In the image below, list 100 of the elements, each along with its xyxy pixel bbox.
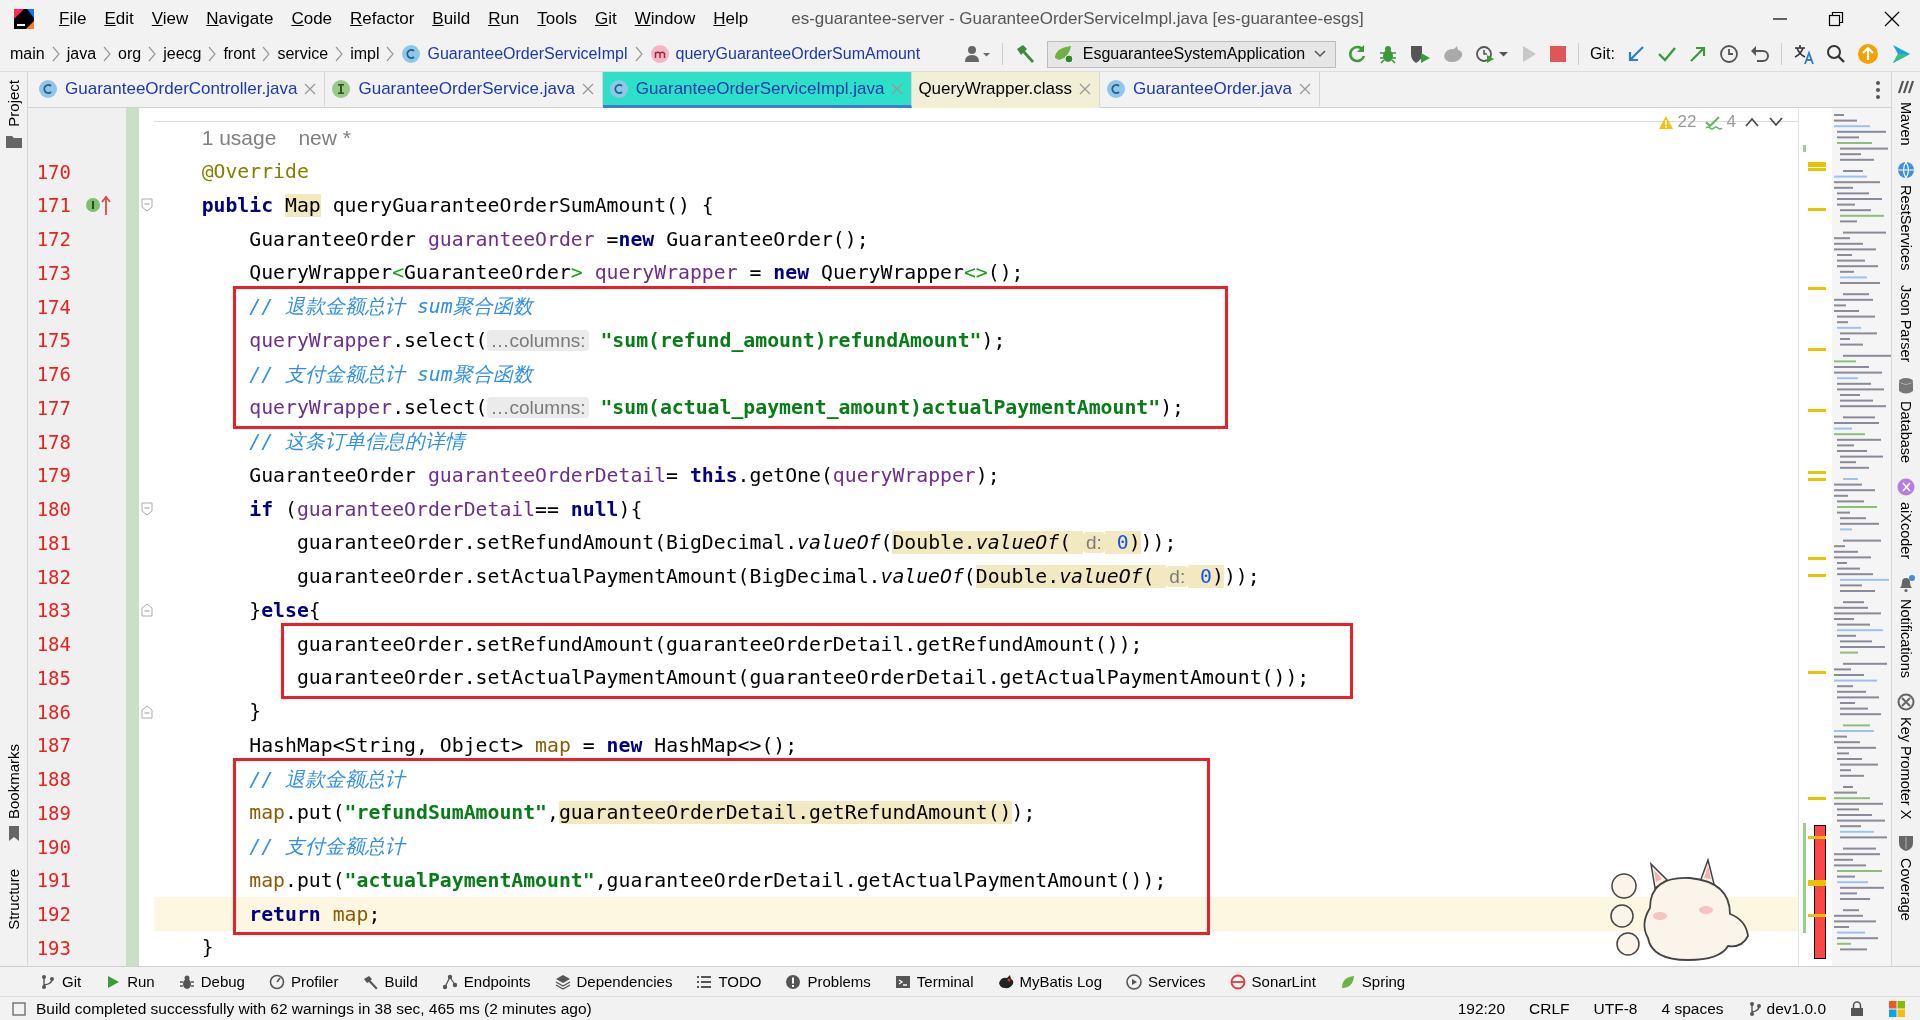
line-number: 177 bbox=[35, 396, 71, 419]
tool-window-button[interactable]: SonarLint bbox=[1229, 973, 1316, 990]
menu-item[interactable]: Build bbox=[423, 4, 480, 33]
code-line: HashMap<String, Object> map = new HashMap<>(); bbox=[248, 733, 798, 757]
tool-window-tab[interactable]: Coverage bbox=[1898, 857, 1914, 921]
code-line: queryWrapper.select(…columns: "sum(actual_payment_amount)actualPaymentAmount"); bbox=[248, 396, 1184, 420]
breadcrumb[interactable]: queryGuaranteeOrderSumAmount bbox=[645, 44, 925, 64]
tool-window-tab[interactable]: Project bbox=[5, 80, 22, 127]
tool-window-button[interactable]: Problems bbox=[785, 973, 871, 990]
tool-window-button[interactable]: Build bbox=[362, 973, 418, 990]
code-comment: // 退款金额总计 bbox=[248, 766, 405, 793]
line-number: 193 bbox=[35, 936, 71, 959]
code-line: } bbox=[200, 936, 214, 960]
breadcrumb[interactable]: GuaranteeOrderServiceImpl bbox=[397, 44, 632, 64]
menu-item[interactable]: Navigate bbox=[197, 4, 283, 33]
code-line: GuaranteeOrder guaranteeOrder =new GuaranteeOrder(); bbox=[248, 227, 869, 251]
line-separator[interactable]: CRLF bbox=[1529, 999, 1570, 1018]
code-line: guaranteeOrder.setRefundAmount(BigDecimal.valueOf(Double.valueOf( d: 0))); bbox=[295, 531, 1177, 555]
tool-window-button[interactable]: Services bbox=[1126, 973, 1206, 990]
menu-item[interactable]: Window bbox=[625, 4, 705, 33]
code-line: QueryWrapper<GuaranteeOrder> queryWrapper = new QueryWrapper<>(); bbox=[248, 261, 1024, 285]
code-comment: // 这条订单信息的详情 bbox=[248, 429, 465, 456]
line-number: 189 bbox=[35, 801, 71, 824]
run-configuration-dropdown[interactable]: EsguaranteeSystemApplication bbox=[1046, 40, 1337, 68]
code-line: public Map queryGuaranteeOrderSumAmount() { bbox=[200, 193, 714, 217]
line-number: 188 bbox=[35, 768, 71, 791]
tool-window-tab[interactable]: Json Parser bbox=[1898, 284, 1914, 363]
editor-tab[interactable]: QueryWrapper.class bbox=[912, 72, 1101, 108]
breadcrumb[interactable]: impl bbox=[346, 45, 384, 63]
line-number: 172 bbox=[35, 228, 71, 251]
line-number: 183 bbox=[35, 599, 71, 622]
menu-item[interactable]: Refactor bbox=[341, 4, 424, 33]
breadcrumb[interactable]: main bbox=[6, 45, 49, 63]
tool-window-button[interactable]: MyBatis Log bbox=[997, 973, 1103, 990]
menu-item[interactable]: Help bbox=[704, 4, 758, 33]
code-line: } bbox=[248, 700, 262, 724]
code-comment: // 支付金额总计 sum聚合函数 bbox=[248, 361, 533, 388]
tool-window-tab[interactable]: Notifications bbox=[1898, 598, 1914, 678]
status-message[interactable]: Build completed successfully with 62 warnings in 38 sec, 465 ms (2 minutes ago) bbox=[36, 999, 592, 1018]
code-line: }else{ bbox=[248, 598, 321, 622]
code-line: guaranteeOrder.setActualPaymentAmount(guaranteeOrderDetail.getActualPaymentAmount()); bbox=[295, 666, 1310, 690]
editor-tab[interactable]: GuaranteeOrderServiceImpl.java bbox=[602, 72, 913, 108]
line-number: 170 bbox=[35, 160, 71, 183]
usage-hint[interactable]: new * bbox=[298, 126, 351, 151]
tool-window-tab[interactable]: Database bbox=[1898, 401, 1914, 464]
code-line: GuaranteeOrder guaranteeOrderDetail= this.getOne(queryWrapper); bbox=[248, 463, 1000, 487]
menu-item[interactable]: File bbox=[50, 4, 96, 33]
code-line: if (guaranteeOrderDetail== null){ bbox=[248, 497, 643, 521]
code-line: map.put("actualPaymentAmount",guaranteeOrderDetail.getActualPaymentAmount()); bbox=[248, 868, 1167, 892]
tool-window-button[interactable]: Terminal bbox=[894, 973, 974, 990]
line-number: 187 bbox=[35, 734, 71, 757]
line-number: 186 bbox=[35, 700, 71, 723]
indent-setting[interactable]: 4 spaces bbox=[1661, 999, 1724, 1018]
line-number: 171 bbox=[35, 194, 71, 217]
breadcrumb[interactable]: service bbox=[273, 45, 333, 63]
menu-item[interactable]: Tools bbox=[528, 4, 586, 33]
tool-window-button[interactable]: Endpoints bbox=[441, 973, 531, 990]
breadcrumb[interactable]: java bbox=[62, 45, 101, 63]
tool-window-button[interactable]: Spring bbox=[1339, 973, 1406, 990]
tool-window-button[interactable]: Git bbox=[40, 973, 82, 990]
tool-window-tab[interactable]: RestServices bbox=[1898, 184, 1914, 270]
line-number: 180 bbox=[35, 498, 71, 521]
code-line: guaranteeOrder.setRefundAmount(guaranteeOrderDetail.getRefundAmount()); bbox=[295, 632, 1143, 656]
code-comment: // 支付金额总计 bbox=[248, 834, 405, 861]
line-number: 182 bbox=[35, 565, 71, 588]
breadcrumb[interactable]: jeecg bbox=[159, 45, 206, 63]
git-branch[interactable]: dev1.0.0 bbox=[1747, 999, 1826, 1018]
code-comment: // 退款金额总计 sum聚合函数 bbox=[248, 294, 533, 321]
tool-window-tab[interactable]: Structure bbox=[5, 869, 22, 930]
file-encoding[interactable]: UTF-8 bbox=[1593, 999, 1638, 1018]
git-label: Git: bbox=[1590, 45, 1615, 63]
caret-position[interactable]: 192:20 bbox=[1457, 999, 1506, 1018]
code-line: return map; bbox=[248, 902, 381, 926]
breadcrumb[interactable]: org bbox=[114, 45, 146, 63]
tool-window-button[interactable]: TODO bbox=[696, 973, 762, 990]
line-number: 181 bbox=[35, 531, 71, 554]
menu-item[interactable]: Edit bbox=[95, 4, 143, 33]
line-number: 179 bbox=[35, 464, 71, 487]
tool-window-tab[interactable]: Maven bbox=[1898, 102, 1914, 146]
tool-window-tab[interactable]: Bookmarks bbox=[5, 744, 22, 820]
menu-item[interactable]: Git bbox=[586, 4, 626, 33]
menu-item[interactable]: Code bbox=[282, 4, 342, 33]
line-number: 192 bbox=[35, 903, 71, 926]
tool-window-button[interactable]: Run bbox=[105, 973, 155, 990]
menu-item[interactable]: View bbox=[142, 4, 198, 33]
code-line: guaranteeOrder.setActualPaymentAmount(BigDecimal.valueOf(Double.valueOf( d: 0))); bbox=[295, 565, 1260, 589]
tool-window-button[interactable]: Dependencies bbox=[554, 973, 673, 990]
usage-hint[interactable]: 1 usage bbox=[201, 126, 277, 151]
line-number: 184 bbox=[35, 633, 71, 656]
menu-item[interactable]: Run bbox=[479, 4, 529, 33]
tool-window-button[interactable]: Profiler bbox=[268, 973, 339, 990]
tool-window-button[interactable]: Debug bbox=[178, 973, 245, 990]
line-number: 174 bbox=[35, 295, 71, 318]
window-title: es-guarantee-server - GuaranteeOrderServiceImpl.java [es-guarantee-esgs] bbox=[791, 8, 1364, 29]
line-number: 173 bbox=[35, 261, 71, 284]
tool-window-tab[interactable]: aiXcoder bbox=[1898, 502, 1914, 560]
tool-window-tab[interactable]: Key Promoter X bbox=[1898, 716, 1914, 819]
breadcrumb[interactable]: front bbox=[219, 45, 260, 63]
code-line: @Override bbox=[200, 160, 309, 184]
line-number: 176 bbox=[35, 363, 71, 386]
